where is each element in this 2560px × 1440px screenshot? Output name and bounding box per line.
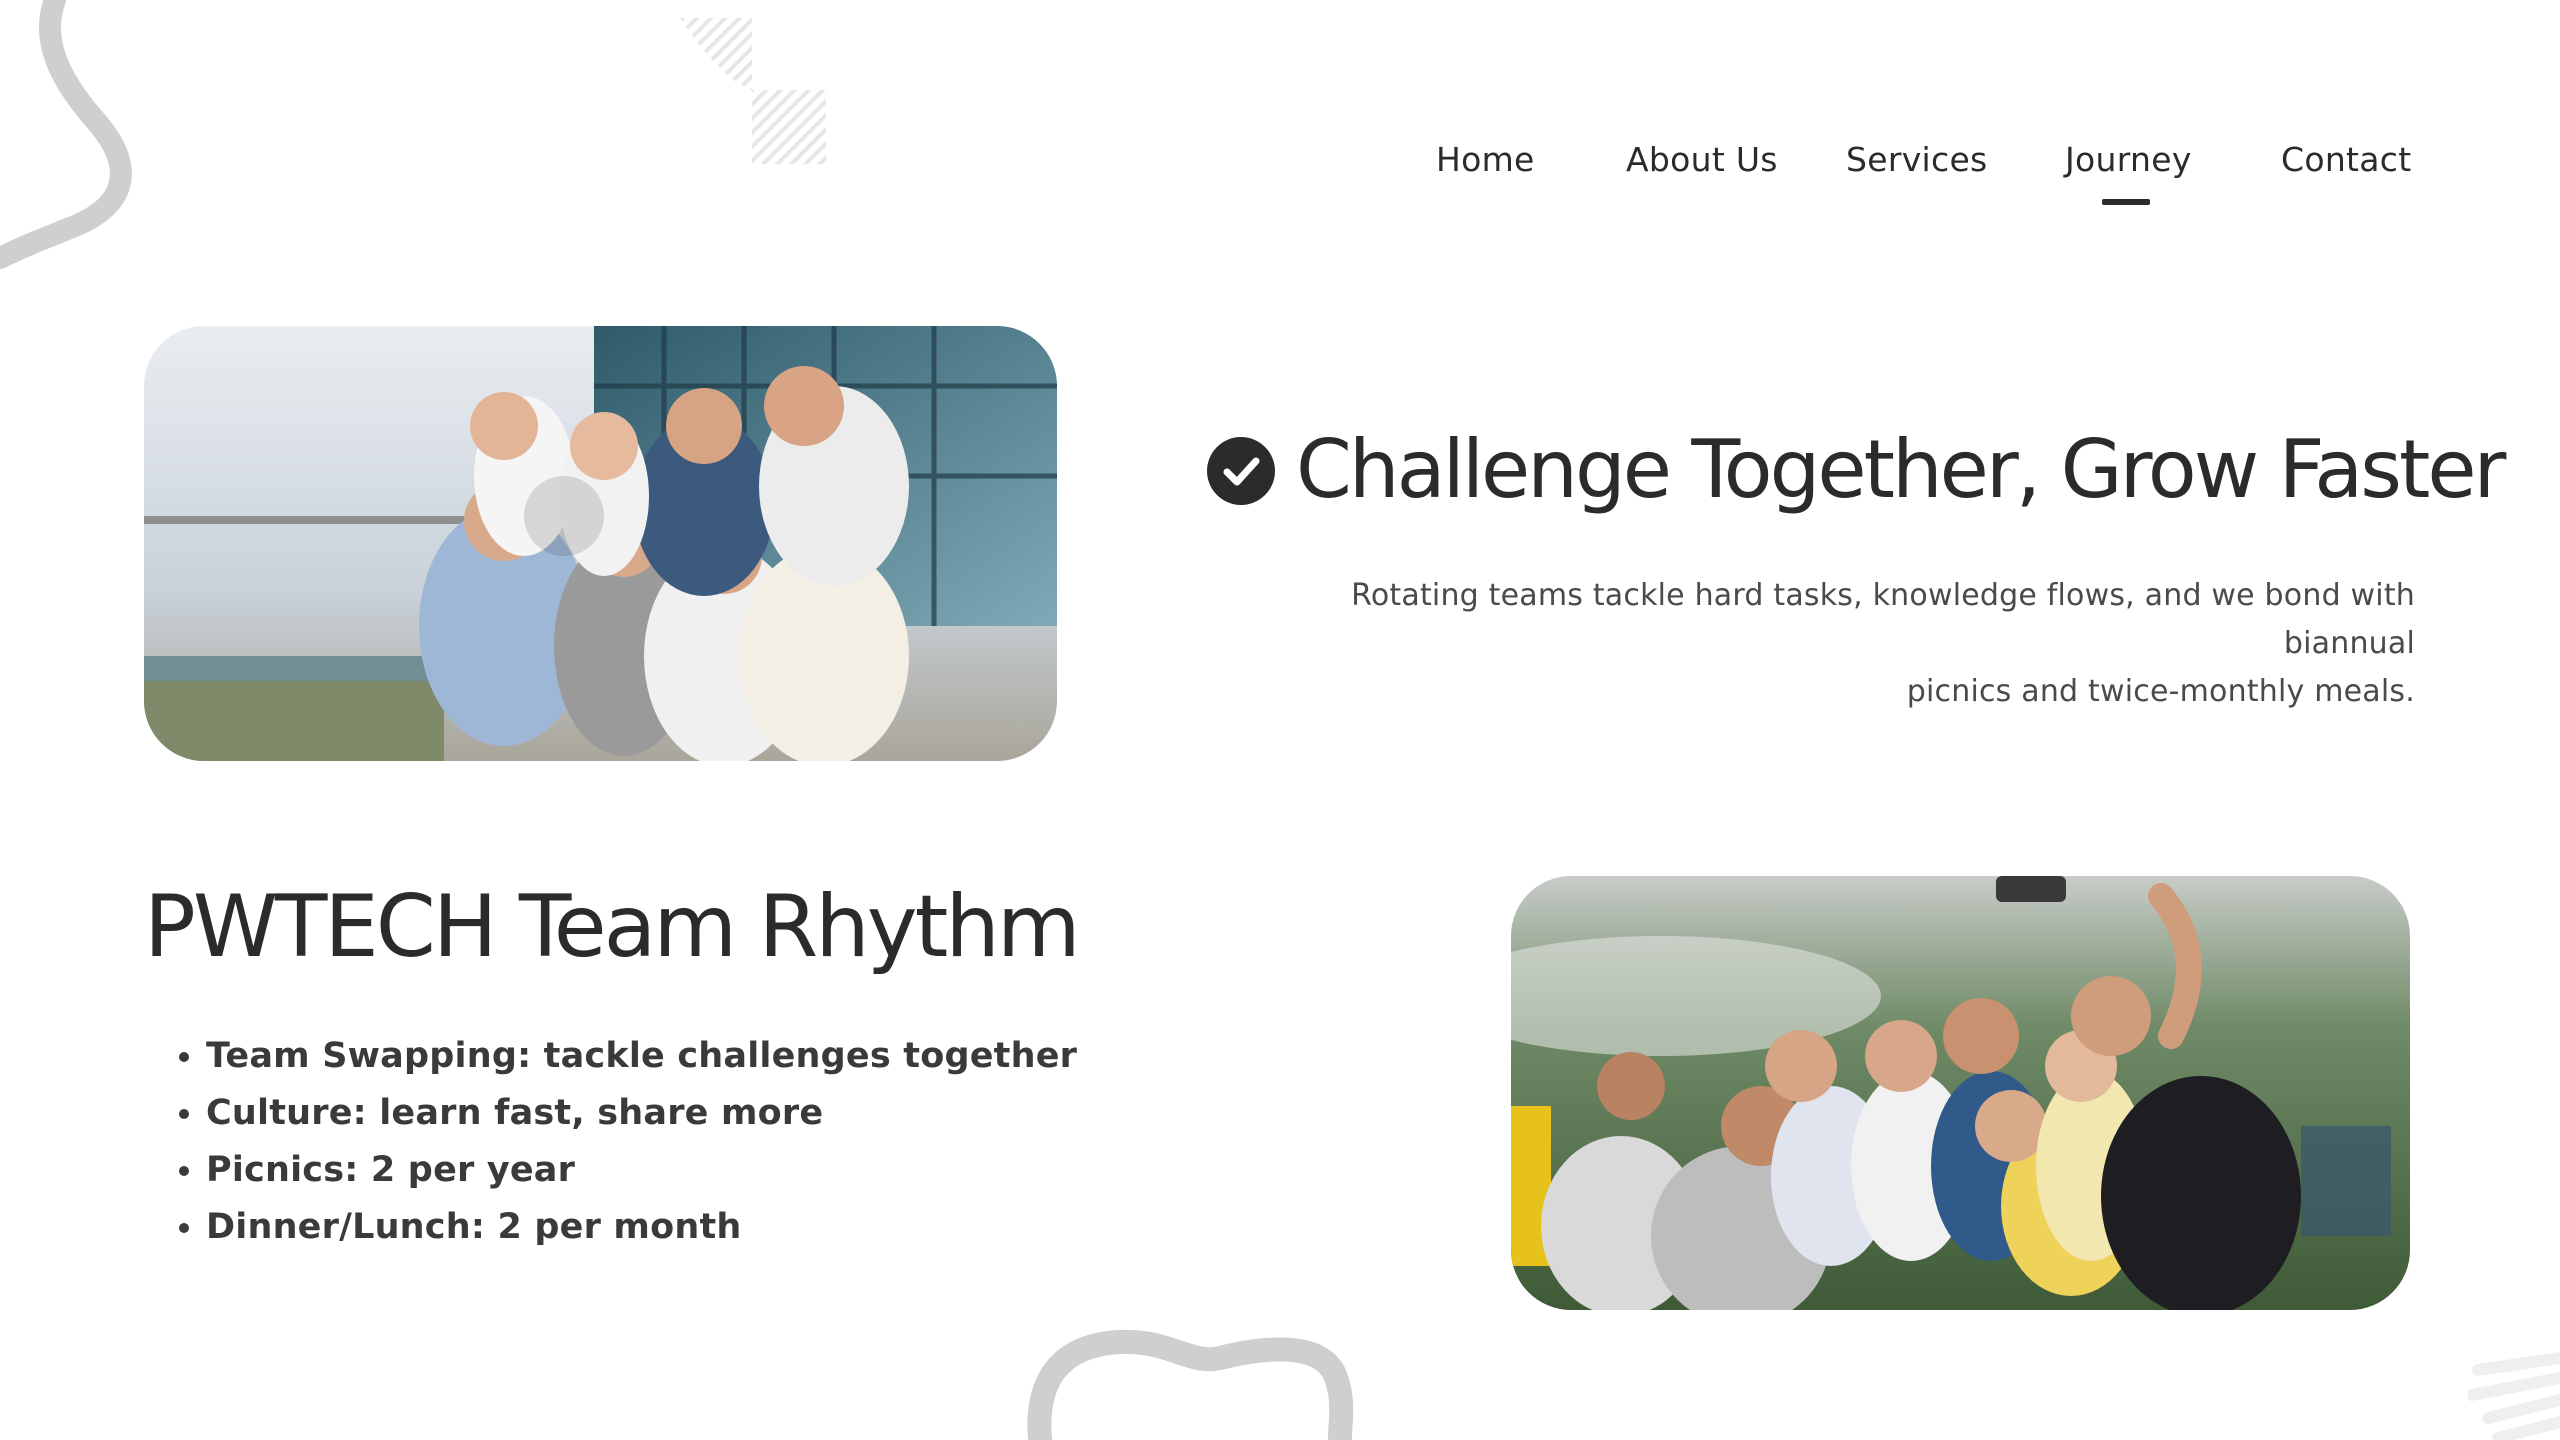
nav-home[interactable]: Home xyxy=(1436,140,1535,179)
nav-services[interactable]: Services xyxy=(1846,140,1988,179)
team-rooftop-photo xyxy=(144,326,1057,761)
nav-active-indicator xyxy=(2102,199,2150,205)
list-item: Team Swapping: tackle challenges togethe… xyxy=(206,1028,1206,1085)
list-item: Picnics: 2 per year xyxy=(206,1142,1206,1199)
list-item: Dinner/Lunch: 2 per month xyxy=(206,1199,1206,1256)
section-heading-team-rhythm: PWTECH Team Rhythm xyxy=(144,877,1081,977)
subtext-line-2: picnics and twice-monthly meals. xyxy=(1906,674,2415,709)
nav-about-us[interactable]: About Us xyxy=(1626,140,1778,179)
brush-decoration-bottom-right xyxy=(2468,1352,2560,1440)
check-circle-icon xyxy=(1207,437,1275,505)
section-heading-challenge: Challenge Together, Grow Faster xyxy=(1296,423,2506,516)
section-subtext: Rotating teams tackle hard tasks, knowle… xyxy=(1240,572,2415,716)
list-item: Culture: learn fast, share more xyxy=(206,1085,1206,1142)
main-nav: Home About Us Services Journey Contact xyxy=(0,140,2560,220)
nav-journey[interactable]: Journey xyxy=(2065,140,2192,179)
subtext-line-1: Rotating teams tackle hard tasks, knowle… xyxy=(1351,578,2415,661)
loop-decoration-bottom xyxy=(1027,1329,1354,1440)
nav-contact[interactable]: Contact xyxy=(2281,140,2412,179)
team-picnic-photo xyxy=(1511,876,2410,1310)
rhythm-list: Team Swapping: tackle challenges togethe… xyxy=(144,1028,1206,1256)
